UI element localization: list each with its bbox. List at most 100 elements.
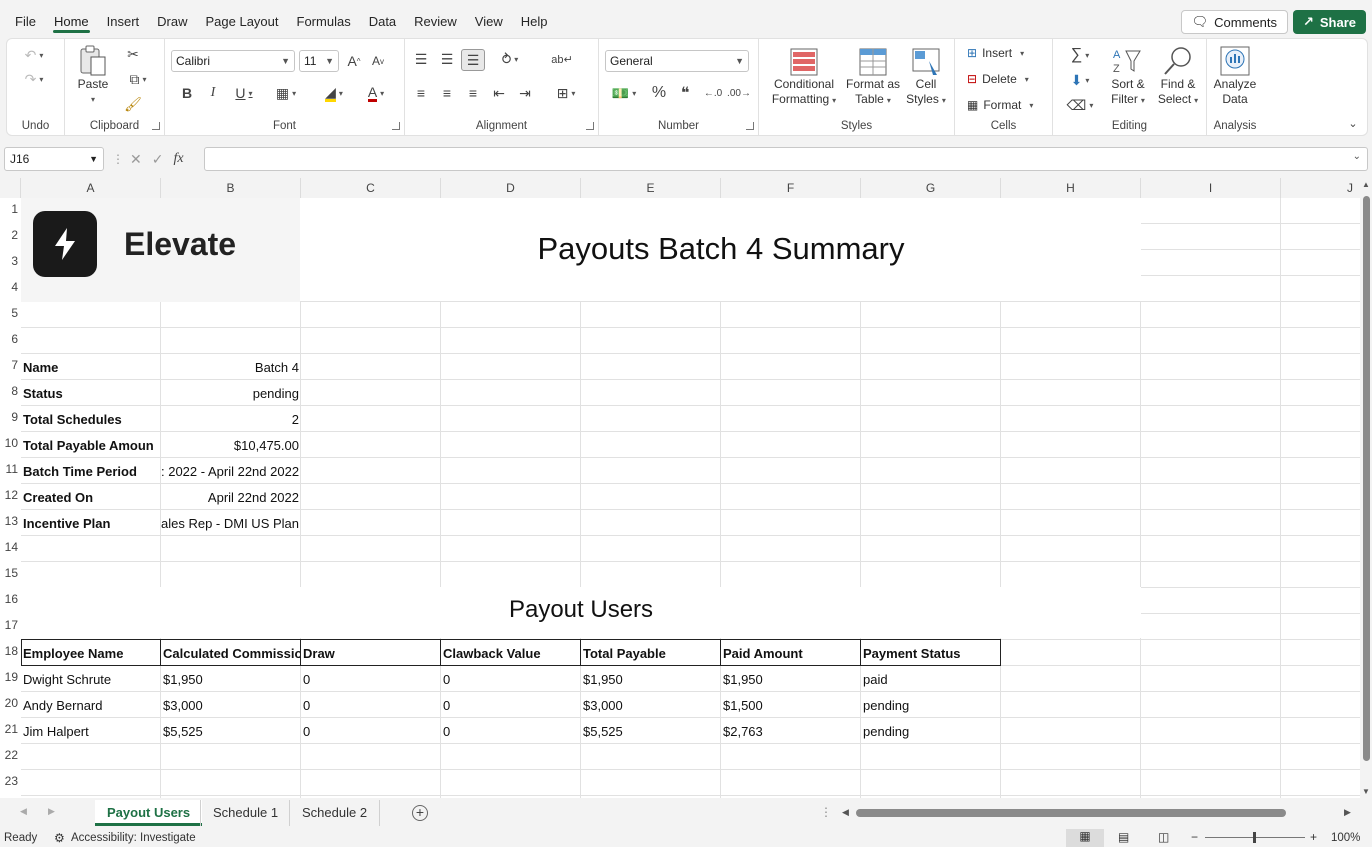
row-header[interactable]: 14 — [0, 540, 21, 554]
row-header[interactable]: 7 — [0, 358, 21, 372]
decrease-font-icon[interactable]: Av — [369, 51, 387, 71]
cancel-icon[interactable]: ✕ — [130, 151, 142, 168]
next-sheet-icon[interactable]: ▶ — [48, 806, 55, 817]
horizontal-scrollbar[interactable] — [846, 806, 1356, 820]
row-header[interactable]: 9 — [0, 410, 21, 424]
prev-sheet-icon[interactable]: ◀ — [20, 806, 27, 817]
column-header-i[interactable]: I — [1141, 178, 1281, 198]
alignment-launcher-icon[interactable] — [586, 122, 594, 130]
font-name-select[interactable]: Calibri ▼ — [171, 50, 295, 72]
row-header[interactable]: 18 — [0, 644, 21, 658]
formula-input[interactable]: ⌄ — [204, 147, 1368, 171]
increase-indent-icon[interactable]: ⇥ — [515, 83, 535, 103]
scroll-right-icon[interactable]: ▶ — [1344, 807, 1351, 818]
find-select-button[interactable]: Find & Select ▾ — [1153, 45, 1203, 108]
merge-center-icon[interactable]: ⊞ ▾ — [549, 83, 583, 103]
add-sheet-icon[interactable]: + — [412, 805, 428, 821]
font-size-select[interactable]: 11 ▼ — [299, 50, 339, 72]
wrap-text-icon[interactable]: ab↵ — [551, 49, 573, 69]
cell-area[interactable]: Elevate Payouts Batch 4 Summary Name Bat… — [21, 198, 1360, 798]
row-header[interactable]: 6 — [0, 332, 21, 346]
comments-button[interactable]: 🗨 Comments — [1180, 10, 1288, 34]
menu-view[interactable]: View — [466, 0, 512, 40]
menu-home[interactable]: Home — [45, 0, 98, 40]
zoom-level[interactable]: 100% — [1331, 832, 1360, 844]
column-header-g[interactable]: G — [861, 178, 1001, 198]
confirm-icon[interactable]: ✓ — [152, 151, 164, 168]
delete-cells-button[interactable]: ⊟ Delete ▾ — [967, 72, 1029, 86]
align-middle-icon[interactable]: ☰ — [437, 49, 457, 69]
copy-icon[interactable]: ⧉ ▾ — [121, 70, 155, 88]
row-header[interactable]: 8 — [0, 384, 21, 398]
autosum-icon[interactable]: ∑ ▾ — [1063, 45, 1097, 65]
menu-insert[interactable]: Insert — [98, 0, 149, 40]
format-painter-icon[interactable]: 🖌 — [123, 95, 143, 113]
row-header[interactable]: 4 — [0, 280, 21, 294]
italic-icon[interactable]: I — [205, 83, 221, 103]
horizontal-scroll-thumb[interactable] — [856, 809, 1286, 817]
cell-styles-button[interactable]: Cell Styles ▾ — [903, 47, 949, 108]
sort-filter-button[interactable]: AZ Sort & Filter ▾ — [1105, 45, 1151, 108]
insert-function-icon[interactable]: fx — [173, 151, 183, 167]
bold-icon[interactable]: B — [179, 83, 195, 103]
row-header[interactable]: 12 — [0, 488, 21, 502]
column-header-c[interactable]: C — [301, 178, 441, 198]
decrease-decimal-icon[interactable]: .00→ — [727, 83, 751, 103]
row-header[interactable]: 13 — [0, 514, 21, 528]
row-header[interactable]: 19 — [0, 670, 21, 684]
row-header[interactable]: 1 — [0, 202, 21, 216]
analyze-data-button[interactable]: Analyze Data — [1211, 45, 1259, 107]
redo-icon[interactable]: ↷ ▾ — [19, 69, 49, 89]
row-header[interactable]: 20 — [0, 696, 21, 710]
undo-icon[interactable]: ↶ ▾ — [19, 45, 49, 65]
column-header-a[interactable]: A — [21, 178, 161, 198]
cut-icon[interactable]: ✂ — [123, 45, 143, 63]
font-color-icon[interactable]: A ▾ — [359, 83, 393, 103]
row-header[interactable]: 16 — [0, 592, 21, 606]
percent-icon[interactable]: % — [649, 83, 669, 103]
row-header[interactable]: 5 — [0, 306, 21, 320]
vertical-scroll-thumb[interactable] — [1363, 196, 1370, 761]
font-launcher-icon[interactable] — [392, 122, 400, 130]
menu-page-layout[interactable]: Page Layout — [197, 0, 288, 40]
worksheet-grid[interactable]: A B C D E F G H I J 1 2 3 4 5 6 7 8 9 10… — [0, 178, 1360, 798]
insert-cells-button[interactable]: ⊞ Insert ▾ — [967, 46, 1024, 60]
collapse-ribbon-icon[interactable]: ⌄ — [1345, 115, 1361, 131]
row-header[interactable]: 10 — [0, 436, 21, 450]
format-as-table-button[interactable]: Format as Table ▾ — [845, 47, 901, 108]
number-format-select[interactable]: General ▼ — [605, 50, 749, 72]
menu-formulas[interactable]: Formulas — [288, 0, 360, 40]
row-header[interactable]: 21 — [0, 722, 21, 736]
column-header-b[interactable]: B — [161, 178, 301, 198]
menu-review[interactable]: Review — [405, 0, 466, 40]
select-all-corner[interactable] — [0, 178, 21, 198]
accounting-format-icon[interactable]: 💵 ▾ — [607, 83, 641, 103]
increase-font-icon[interactable]: A ^ — [345, 51, 363, 71]
column-header-f[interactable]: F — [721, 178, 861, 198]
clipboard-launcher-icon[interactable] — [152, 122, 160, 130]
vertical-scrollbar[interactable]: ▲ ▼ — [1360, 178, 1372, 798]
row-header[interactable]: 3 — [0, 254, 21, 268]
align-bottom-icon[interactable]: ☰ — [461, 49, 485, 71]
paste-button[interactable]: Paste ▾ — [75, 45, 111, 107]
format-cells-button[interactable]: ▦ Format ▾ — [967, 98, 1033, 112]
zoom-in-icon[interactable]: + — [1310, 830, 1317, 844]
align-top-icon[interactable]: ☰ — [411, 49, 431, 69]
row-header[interactable]: 23 — [0, 774, 21, 788]
zoom-slider-thumb[interactable] — [1253, 832, 1256, 843]
row-header[interactable]: 17 — [0, 618, 21, 632]
column-header-e[interactable]: E — [581, 178, 721, 198]
column-header-h[interactable]: H — [1001, 178, 1141, 198]
conditional-formatting-button[interactable]: Conditional Formatting ▾ — [765, 47, 843, 108]
page-break-view-icon[interactable]: ◫ — [1158, 830, 1169, 844]
menu-draw[interactable]: Draw — [148, 0, 196, 40]
underline-icon[interactable]: U ▾ — [229, 83, 259, 103]
tab-splitter-icon[interactable]: ⋮ — [820, 805, 832, 819]
align-center-icon[interactable]: ≡ — [437, 83, 457, 103]
normal-view-icon[interactable]: ▦ — [1066, 829, 1104, 847]
page-layout-view-icon[interactable]: ▤ — [1118, 830, 1129, 844]
align-right-icon[interactable]: ≡ — [463, 83, 483, 103]
decrease-indent-icon[interactable]: ⇤ — [489, 83, 509, 103]
orientation-icon[interactable]: ⥁ ▾ — [493, 49, 527, 69]
scroll-up-icon[interactable]: ▲ — [1362, 180, 1370, 189]
